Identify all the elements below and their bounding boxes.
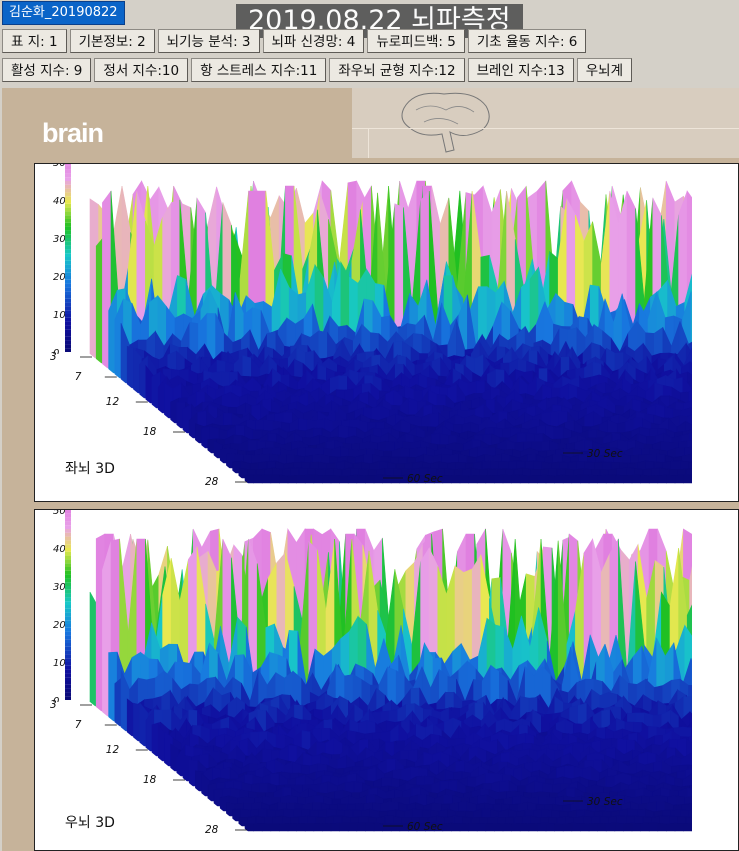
tab-neural-network[interactable]: 뇌파 신경망: 4 (262, 29, 365, 53)
y-tick-label: 40 (53, 196, 66, 207)
depth-tick-label: 3 (50, 699, 57, 711)
surface-mesh (35, 510, 738, 850)
header-banner (352, 88, 739, 158)
time-tick-label: 60 Sec (407, 821, 443, 833)
depth-tick-label: 28 (205, 824, 219, 836)
time-tick-label: 30 Sec (587, 448, 623, 460)
depth-tick-label: 7 (75, 371, 82, 383)
y-tick-label: 10 (53, 658, 66, 669)
report-content: brain 010203040503712182830 Sec60 Sec 좌뇌… (2, 88, 739, 851)
time-tick-label: 60 Sec (407, 473, 443, 485)
y-tick-label: 40 (53, 544, 66, 555)
y-tick-label: 30 (53, 234, 66, 245)
tab-cover[interactable]: 표 지: 1 (2, 29, 67, 53)
tab-basic-info[interactable]: 기본정보: 2 (69, 29, 155, 53)
brain-sketch-icon (401, 92, 490, 153)
left-brain-3d-chart: 010203040503712182830 Sec60 Sec (35, 164, 738, 501)
tab-neurofeedback[interactable]: 뉴로피드백: 5 (367, 29, 465, 53)
right-brain-3d-chart: 010203040503712182830 Sec60 Sec (35, 510, 738, 850)
tab-row-2: 활성 지수: 9 정서 지수:10 항 스트레스 지수:11 좌우뇌 균형 지수… (2, 58, 739, 84)
y-axis: 01020304050 (53, 510, 66, 707)
tab-brain-index[interactable]: 브레인 지수:13 (467, 58, 574, 82)
y-color-bar (65, 164, 71, 352)
depth-tick-label: 7 (75, 719, 82, 731)
tab-row-1: 표 지: 1 기본정보: 2 뇌기능 분석: 3 뇌파 신경망: 4 뉴로피드백… (2, 29, 739, 55)
tab-right-brain[interactable]: 우뇌계 (576, 58, 632, 82)
y-color-bar (65, 510, 71, 700)
tab-anti-stress-index[interactable]: 항 스트레스 지수:11 (191, 58, 327, 82)
brand-title: brain (42, 118, 104, 148)
y-tick-label: 50 (53, 164, 66, 169)
y-tick-label: 10 (53, 310, 66, 321)
left-brain-3d-panel: 010203040503712182830 Sec60 Sec 좌뇌 3D (34, 163, 739, 502)
tab-balance-index[interactable]: 좌우뇌 균형 지수:12 (329, 58, 465, 82)
depth-tick-label: 28 (205, 476, 219, 488)
window-title-tab[interactable]: 김순화_20190822 (2, 1, 125, 25)
surface-mesh (35, 164, 738, 501)
y-tick-label: 20 (53, 620, 66, 631)
tab-activity-index[interactable]: 활성 지수: 9 (2, 58, 92, 82)
time-tick-label: 30 Sec (587, 796, 623, 808)
right-brain-3d-label: 우뇌 3D (65, 812, 115, 832)
right-brain-3d-panel: 0 10 20 30 40 50 3 7 12 18 28 30 Sec 60 Sec 우뇌 3D (34, 509, 739, 851)
depth-tick-label: 18 (143, 426, 157, 438)
y-tick-label: 50 (53, 510, 66, 517)
depth-tick-label: 12 (106, 744, 120, 756)
tab-emotion-index[interactable]: 정서 지수:10 (94, 58, 189, 82)
depth-tick-label: 18 (143, 774, 157, 786)
depth-tick-label: 12 (106, 396, 120, 408)
depth-tick-label: 3 (50, 351, 57, 363)
tab-brain-function[interactable]: 뇌기능 분석: 3 (157, 29, 260, 53)
y-axis: 01020304050 (53, 164, 66, 359)
y-tick-label: 20 (53, 272, 66, 283)
banner-divider-vertical (368, 128, 369, 158)
tab-basic-rhythm[interactable]: 기초 율동 지수: 6 (467, 29, 587, 53)
left-brain-3d-label: 좌뇌 3D (65, 458, 115, 478)
y-tick-label: 30 (53, 582, 66, 593)
banner-divider (352, 128, 739, 129)
